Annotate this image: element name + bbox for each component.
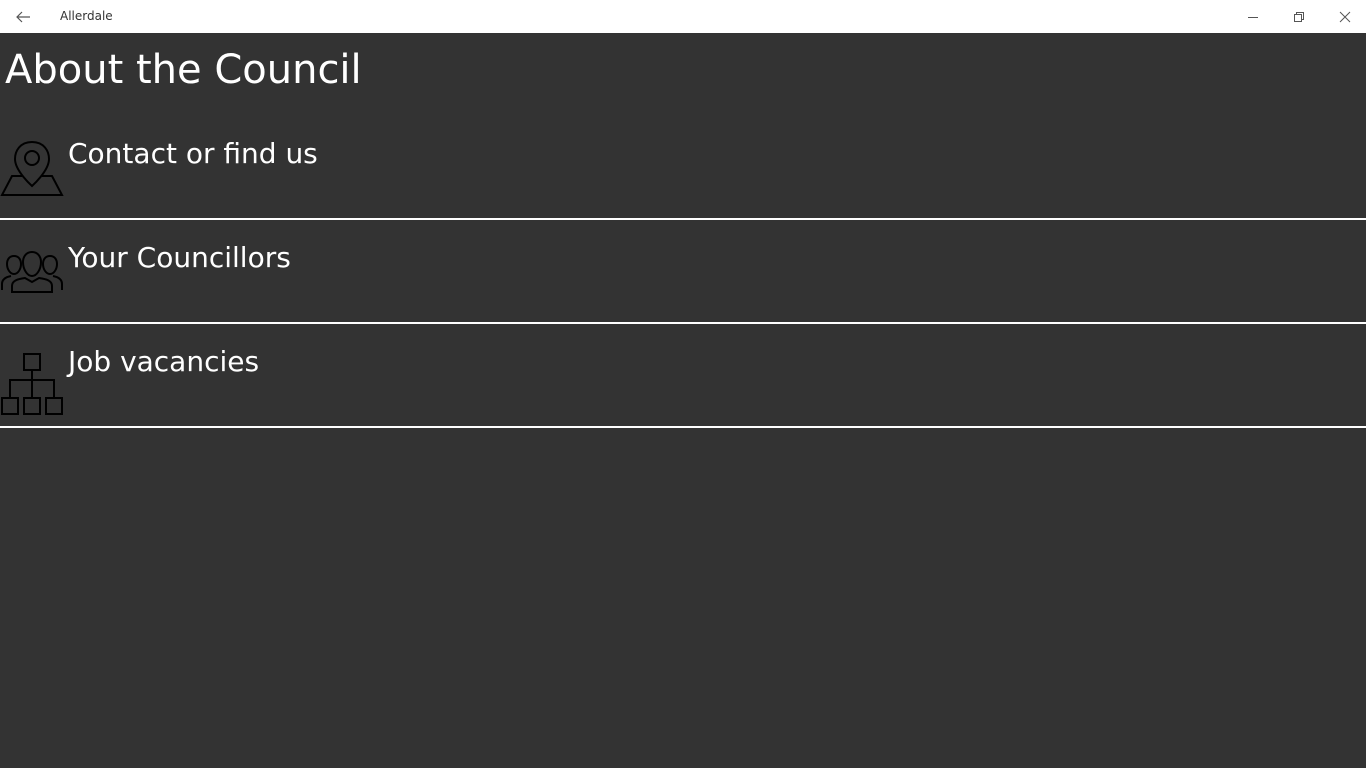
restore-button[interactable] bbox=[1276, 0, 1322, 33]
minimize-icon bbox=[1248, 16, 1258, 18]
back-button[interactable] bbox=[0, 0, 46, 33]
org-chart-icon bbox=[1, 353, 63, 415]
page-title: About the Council bbox=[5, 47, 362, 93]
menu-item-label: Contact or find us bbox=[68, 137, 318, 170]
menu-item-contact[interactable]: Contact or find us bbox=[0, 116, 1366, 220]
restore-icon bbox=[1294, 11, 1304, 22]
menu-item-label: Job vacancies bbox=[68, 345, 260, 378]
close-icon bbox=[1339, 11, 1351, 22]
menu-list: Contact or find us Your Councillors Job … bbox=[0, 116, 1366, 428]
back-arrow-icon bbox=[16, 11, 30, 22]
menu-item-councillors[interactable]: Your Councillors bbox=[0, 220, 1366, 324]
menu-item-label: Your Councillors bbox=[68, 241, 291, 274]
close-button[interactable] bbox=[1322, 0, 1366, 33]
menu-item-jobs[interactable]: Job vacancies bbox=[0, 324, 1366, 428]
people-group-icon bbox=[1, 250, 63, 293]
map-pin-icon bbox=[0, 140, 64, 196]
minimize-button[interactable] bbox=[1230, 0, 1276, 33]
title-bar: Allerdale bbox=[0, 0, 1366, 33]
app-title: Allerdale bbox=[60, 9, 113, 23]
